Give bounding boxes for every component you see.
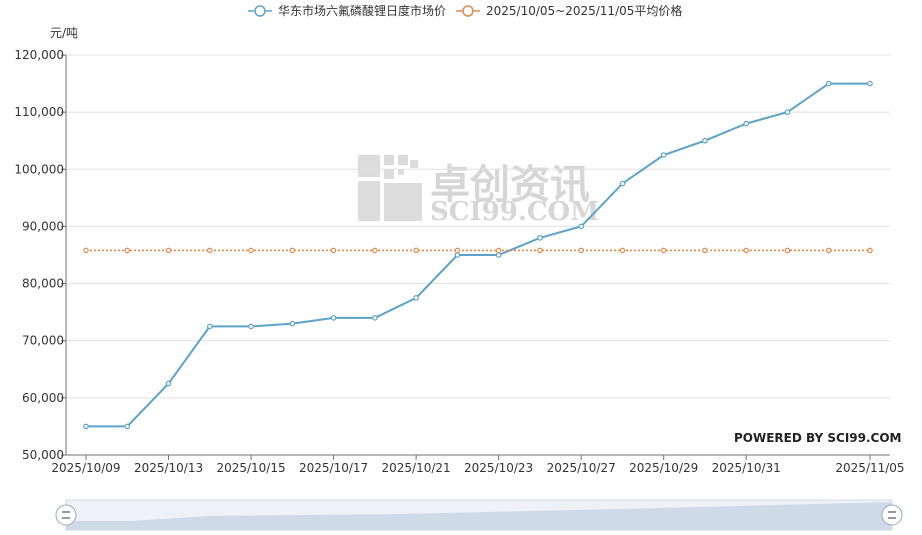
data-zoom-right-handle[interactable]: [881, 504, 903, 526]
data-point[interactable]: [83, 247, 89, 254]
y-tick-label: 100,000: [14, 162, 64, 176]
legend-item-1[interactable]: 华东市场六氟磷酸锂日度市场价: [248, 3, 446, 18]
data-point[interactable]: [867, 247, 873, 254]
x-tick-label: 2025/10/29: [629, 461, 698, 475]
y-tick-label: 70,000: [22, 334, 64, 348]
legend-label: 2025/10/05~2025/11/05平均价格: [486, 3, 682, 18]
data-point[interactable]: [330, 315, 337, 321]
watermark: 卓创资讯 SCI99.COM POWERED BY SCI99.COM: [358, 155, 901, 445]
data-zoom-slider[interactable]: [55, 499, 903, 531]
legend: 华东市场六氟磷酸锂日度市场价 2025/10/05~2025/11/05平均价格: [248, 3, 682, 18]
x-tick-label: 2025/10/23: [464, 461, 533, 475]
data-zoom-left-handle[interactable]: [55, 504, 77, 526]
x-tick-label: 2025/11/05: [835, 461, 904, 475]
data-point[interactable]: [537, 235, 543, 241]
data-point[interactable]: [206, 247, 213, 254]
y-tick-label: 80,000: [22, 277, 64, 291]
series-line: [86, 82, 870, 428]
data-point[interactable]: [413, 247, 419, 254]
y-tick-label: 110,000: [14, 105, 64, 119]
data-point[interactable]: [454, 247, 461, 254]
x-axis: 2025/10/09 2025/10/13 2025/10/15 2025/10/17…: [51, 455, 905, 475]
watermark-en: SCI99.COM: [430, 197, 599, 227]
data-point[interactable]: [784, 247, 791, 254]
data-point[interactable]: [660, 152, 667, 158]
data-point[interactable]: [372, 315, 378, 321]
series-layer: [83, 80, 873, 430]
data-point[interactable]: [495, 252, 502, 258]
data-point[interactable]: [578, 247, 584, 254]
x-tick-label: 2025/10/27: [547, 461, 616, 475]
series-1: [83, 80, 873, 430]
data-point[interactable]: [660, 247, 667, 254]
data-point[interactable]: [124, 423, 131, 430]
legend-marker-icon: [462, 5, 474, 17]
data-point[interactable]: [206, 323, 213, 330]
chart-container: 卓创资讯 SCI99.COM POWERED BY SCI99.COM 50,0…: [0, 0, 922, 535]
y-axis: 50,000 60,000 70,000 80,000 90,000 100,000 110…: [14, 48, 67, 462]
data-point[interactable]: [743, 120, 750, 127]
data-point[interactable]: [454, 252, 461, 258]
data-point[interactable]: [825, 80, 832, 87]
data-point[interactable]: [165, 380, 172, 387]
y-tick-label: 120,000: [14, 48, 64, 62]
data-point[interactable]: [289, 247, 296, 254]
series-2: [83, 247, 873, 254]
legend-marker-icon: [254, 5, 266, 17]
data-point[interactable]: [825, 247, 832, 254]
x-tick-label: 2025/10/13: [134, 461, 203, 475]
data-point[interactable]: [330, 247, 337, 254]
data-point[interactable]: [867, 80, 873, 87]
x-tick-label: 2025/10/17: [299, 461, 368, 475]
data-point[interactable]: [784, 109, 791, 115]
data-point[interactable]: [372, 247, 378, 254]
data-point[interactable]: [165, 247, 172, 254]
data-point[interactable]: [495, 247, 502, 254]
data-point[interactable]: [83, 423, 89, 430]
legend-label: 华东市场六氟磷酸锂日度市场价: [278, 3, 446, 18]
y-tick-label: 60,000: [22, 391, 64, 405]
data-point[interactable]: [248, 323, 254, 330]
y-axis-unit-label: 元/吨: [50, 26, 78, 40]
data-point[interactable]: [578, 223, 584, 230]
legend-item-2[interactable]: 2025/10/05~2025/11/05平均价格: [456, 3, 682, 18]
x-tick-label: 2025/10/15: [216, 461, 285, 475]
x-tick-label: 2025/10/09: [51, 461, 120, 475]
y-tick-label: 90,000: [22, 219, 64, 233]
watermark-logo-icon: [358, 155, 422, 221]
data-point[interactable]: [702, 137, 708, 144]
x-tick-label: 2025/10/21: [382, 461, 451, 475]
data-point[interactable]: [124, 247, 131, 254]
data-point[interactable]: [413, 295, 419, 301]
powered-by-label: POWERED BY SCI99.COM: [734, 431, 901, 445]
data-point[interactable]: [619, 247, 626, 254]
y-tick-label: 50,000: [22, 448, 64, 462]
price-line-chart: 卓创资讯 SCI99.COM POWERED BY SCI99.COM 50,0…: [14, 3, 905, 531]
data-point[interactable]: [743, 247, 750, 254]
data-point[interactable]: [289, 320, 296, 327]
x-tick-label: 2025/10/31: [712, 461, 781, 475]
data-point[interactable]: [537, 247, 543, 254]
data-point[interactable]: [619, 180, 626, 187]
data-point[interactable]: [248, 247, 254, 254]
data-point[interactable]: [702, 247, 708, 254]
